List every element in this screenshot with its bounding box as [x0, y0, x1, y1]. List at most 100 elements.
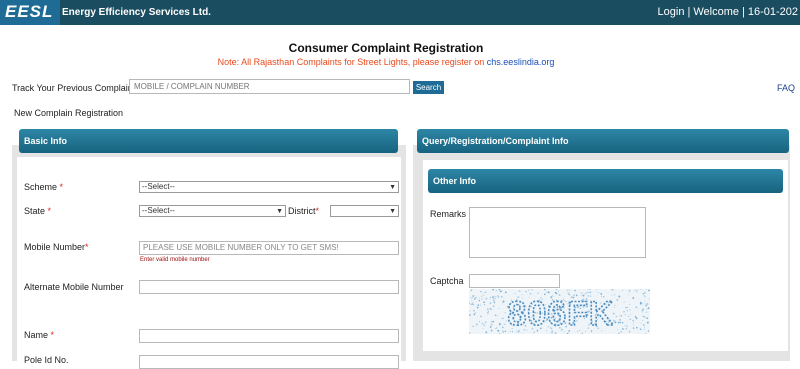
captcha-noise-dot — [617, 323, 619, 325]
captcha-noise-dot — [470, 289, 473, 291]
captcha-noise-dot — [480, 315, 482, 318]
scheme-select[interactable]: --Select-- ▼ — [139, 181, 399, 193]
captcha-noise-dot — [557, 290, 559, 292]
captcha-noise-dot — [483, 324, 485, 326]
captcha-noise-dot — [518, 290, 521, 292]
captcha-noise-dot — [639, 302, 642, 305]
eesl-logo[interactable]: EESL — [0, 0, 60, 25]
captcha-noise-dot — [644, 291, 646, 294]
captcha-noise-dot — [495, 289, 498, 292]
captcha-noise-dot — [490, 302, 492, 304]
search-button[interactable]: Search — [413, 81, 444, 94]
captcha-noise-dot — [630, 314, 632, 316]
captcha-noise-dot — [624, 314, 626, 316]
header-date: 16-01-202 — [747, 6, 798, 18]
captcha-noise-dot — [624, 324, 626, 326]
captcha-noise-dot — [494, 297, 496, 300]
new-registration-label: New Complain Registration — [14, 108, 124, 118]
captcha-noise-dot — [504, 330, 507, 332]
captcha-noise-dot — [490, 323, 493, 326]
name-input[interactable] — [139, 329, 399, 343]
state-select-value: --Select-- — [142, 206, 175, 215]
alt-mobile-input[interactable] — [139, 280, 399, 294]
captcha-noise-dot — [493, 295, 495, 297]
mobile-input[interactable]: PLEASE USE MOBILE NUMBER ONLY TO GET SMS… — [139, 241, 399, 255]
captcha-noise-dot — [537, 292, 539, 294]
captcha-noise-dot — [632, 319, 635, 322]
scheme-select-value: --Select-- — [142, 182, 175, 191]
captcha-noise-dot — [504, 312, 506, 314]
nav-separator: | — [741, 6, 745, 18]
captcha-noise-dot — [568, 289, 570, 291]
captcha-noise-dot — [554, 291, 557, 294]
captcha-noise-dot — [645, 304, 648, 307]
note-text: Note: All Rajasthan Complaints for Stree… — [217, 57, 487, 67]
captcha-noise-dot — [528, 289, 530, 291]
track-input[interactable] — [129, 79, 410, 94]
captcha-noise-dot — [499, 290, 500, 292]
faq-link[interactable]: FAQ — [777, 83, 795, 93]
captcha-noise-dot — [635, 326, 638, 329]
captcha-noise-dot — [483, 295, 485, 296]
captcha-noise-dot — [469, 332, 471, 334]
captcha-noise-dot — [493, 301, 496, 304]
alt-mobile-label: Alternate Mobile Number — [24, 282, 124, 292]
captcha-noise-dot — [492, 320, 495, 323]
district-select[interactable]: ▼ — [330, 205, 399, 217]
captcha-noise-dot — [484, 304, 485, 306]
logo-text: EESL — [5, 2, 54, 21]
pole-id-input[interactable] — [139, 355, 399, 369]
page-title: Consumer Complaint Registration — [288, 41, 484, 55]
note-link[interactable]: chs.eeslindia.org — [487, 57, 555, 67]
captcha-noise-dot — [492, 296, 494, 298]
captcha-noise-dot — [640, 322, 642, 324]
state-select[interactable]: --Select-- ▼ — [139, 205, 286, 217]
captcha-noise-dot — [495, 295, 497, 298]
captcha-noise-dot — [546, 291, 548, 293]
login-link[interactable]: Login — [658, 6, 685, 18]
captcha-noise-dot — [636, 290, 638, 293]
captcha-noise-dot — [625, 306, 627, 309]
captcha-noise-dot — [620, 315, 622, 317]
captcha-noise-dot — [643, 316, 645, 318]
welcome-text: Welcome — [693, 6, 739, 18]
captcha-noise-dot — [502, 317, 504, 319]
captcha-noise-dot — [635, 306, 638, 309]
captcha-noise-dot — [480, 304, 482, 306]
captcha-noise-dot — [475, 323, 478, 326]
captcha-noise-dot — [647, 307, 650, 310]
mobile-error: Enter valid mobile number — [140, 257, 210, 263]
remarks-textarea[interactable] — [469, 207, 646, 258]
captcha-noise-dot — [629, 303, 631, 306]
captcha-noise-dot — [574, 289, 576, 292]
captcha-noise-dot — [478, 299, 480, 302]
captcha-noise-dot — [482, 328, 484, 330]
captcha-noise-dot — [489, 326, 492, 328]
scheme-label: Scheme * — [24, 182, 64, 192]
captcha-noise-dot — [498, 307, 500, 310]
captcha-noise-dot — [623, 310, 625, 313]
captcha-noise-dot — [646, 303, 649, 305]
captcha-noise-dot — [474, 312, 476, 314]
captcha-noise-dot — [641, 309, 644, 312]
rajasthan-note: Note: All Rajasthan Complaints for Stree… — [0, 57, 772, 67]
captcha-noise-dot — [596, 289, 597, 291]
captcha-noise-dot — [481, 322, 484, 325]
captcha-noise-dot — [477, 304, 479, 306]
captcha-noise-dot — [481, 295, 483, 297]
captcha-noise-dot — [486, 311, 489, 314]
track-label: Track Your Previous Complain : — [12, 83, 138, 93]
captcha-noise-dot — [502, 300, 505, 303]
captcha-noise-dot — [489, 298, 491, 300]
captcha-noise-dot — [502, 331, 504, 333]
captcha-noise-dot — [629, 289, 631, 291]
captcha-noise-dot — [634, 316, 637, 318]
captcha-noise-dot — [645, 332, 647, 334]
captcha-noise-dot — [484, 291, 487, 294]
captcha-input[interactable] — [469, 274, 560, 288]
captcha-noise-dot — [499, 290, 502, 293]
captcha-noise-dot — [500, 295, 503, 298]
captcha-noise-dot — [615, 315, 618, 318]
captcha-noise-dot — [478, 321, 480, 322]
captcha-noise-dot — [628, 331, 631, 333]
